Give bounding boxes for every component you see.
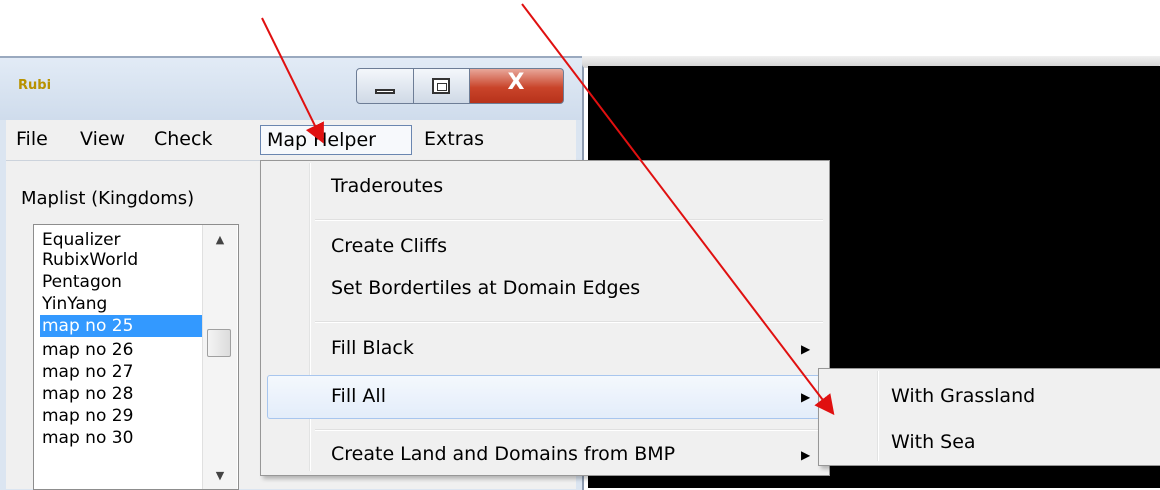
- maplist-scrollbar[interactable]: ▲ ▼: [202, 225, 237, 489]
- list-item[interactable]: YinYang: [40, 293, 107, 315]
- menu-check[interactable]: Check: [148, 125, 218, 155]
- fill-all-submenu: With Grassland With Sea: [818, 368, 1160, 466]
- list-item-selected[interactable]: map no 25: [40, 315, 202, 337]
- submenu-arrow-icon: ▶: [801, 448, 811, 462]
- list-item[interactable]: RubixWorld: [40, 249, 138, 271]
- list-item[interactable]: map no 27: [40, 361, 133, 383]
- menu-map-helper[interactable]: Map Helper: [260, 125, 412, 155]
- maplist-label: Maplist (Kingdoms): [21, 188, 195, 209]
- submenu-item-grassland[interactable]: With Grassland: [891, 385, 1035, 407]
- list-item[interactable]: map no 26: [40, 339, 133, 361]
- menu-separator: [315, 219, 823, 221]
- menu-item-set-bordertiles[interactable]: Set Bordertiles at Domain Edges: [331, 277, 640, 299]
- title-bar[interactable]: Rubi X: [0, 58, 582, 120]
- menu-separator: [315, 321, 823, 323]
- list-item[interactable]: map no 29: [40, 405, 133, 427]
- menu-extras[interactable]: Extras: [418, 125, 490, 155]
- menu-item-fill-black[interactable]: Fill Black: [331, 337, 414, 359]
- close-button[interactable]: X: [470, 68, 564, 104]
- menu-view[interactable]: View: [74, 125, 131, 155]
- submenu-item-sea[interactable]: With Sea: [891, 431, 976, 453]
- submenu-arrow-icon: ▶: [801, 342, 811, 356]
- menu-separator: [315, 429, 823, 431]
- menu-icon-gutter: [877, 371, 879, 461]
- menu-icon-gutter: [309, 163, 311, 471]
- app-icon: Rubi: [18, 78, 52, 93]
- scroll-thumb[interactable]: [207, 329, 231, 357]
- scroll-up-icon[interactable]: ▲: [213, 233, 227, 246]
- minimize-button[interactable]: [356, 68, 414, 104]
- maplist-listbox[interactable]: Equalizer RubixWorld Pentagon YinYang ma…: [33, 224, 239, 490]
- list-item[interactable]: map no 28: [40, 383, 133, 405]
- menu-item-fill-all[interactable]: Fill All: [331, 385, 386, 407]
- maximize-button[interactable]: [414, 68, 470, 104]
- menu-file[interactable]: File: [10, 125, 54, 155]
- list-item[interactable]: map no 30: [40, 427, 133, 449]
- menu-item-create-land-domains-bmp[interactable]: Create Land and Domains from BMP: [331, 443, 675, 465]
- maximize-icon: [432, 78, 450, 94]
- map-helper-dropdown: Traderoutes Create Cliffs Set Bordertile…: [260, 160, 830, 476]
- scroll-down-icon[interactable]: ▼: [213, 469, 227, 482]
- list-item[interactable]: Equalizer: [40, 229, 121, 251]
- close-icon: X: [507, 70, 525, 95]
- minimize-icon: [375, 89, 395, 94]
- submenu-arrow-icon: ▶: [801, 390, 811, 404]
- menu-bar: File View Check Map Helper Extras: [6, 120, 576, 161]
- list-item[interactable]: Pentagon: [40, 271, 122, 293]
- menu-item-traderoutes[interactable]: Traderoutes: [331, 175, 443, 197]
- menu-item-create-cliffs[interactable]: Create Cliffs: [331, 235, 447, 257]
